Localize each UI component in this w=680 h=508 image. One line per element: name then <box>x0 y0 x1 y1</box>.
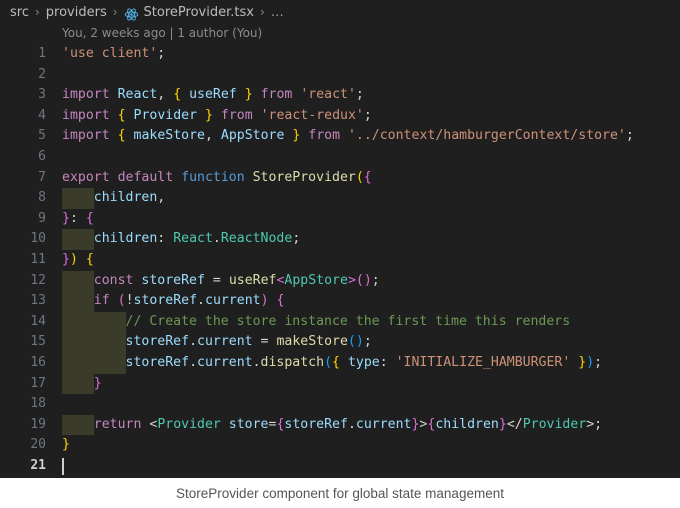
line-number: 15 <box>30 334 46 350</box>
line-source: storeRef.current.dispatch({ type: 'INITI… <box>125 354 603 370</box>
code-editor-panel: src › providers › StoreProvider.tsx › … … <box>0 0 680 478</box>
code-line[interactable]: 13 if (!storeRef.current) { <box>0 291 680 312</box>
code-line[interactable]: 2 <box>0 65 680 86</box>
code-line[interactable]: 8 children, <box>0 188 680 209</box>
line-number: 11 <box>30 251 46 267</box>
line-number: 3 <box>38 87 46 103</box>
line-number: 4 <box>38 107 46 123</box>
code-content[interactable]: 1 'use client'; 2 3 import React, { useR… <box>0 44 680 478</box>
breadcrumb-item-providers[interactable]: providers <box>46 5 107 20</box>
code-line[interactable]: 4 import { Provider } from 'react-redux'… <box>0 106 680 127</box>
screenshot-root: src › providers › StoreProvider.tsx › … … <box>0 0 680 508</box>
line-source: }) { <box>62 251 94 267</box>
figure-caption: StoreProvider component for global state… <box>0 478 680 508</box>
code-line[interactable]: 20 } <box>0 435 680 456</box>
code-line-active[interactable]: 21 <box>0 456 680 477</box>
code-line[interactable]: 18 <box>0 394 680 415</box>
line-source: import { makeStore, AppStore } from '../… <box>62 128 634 144</box>
line-source: children: React.ReactNode; <box>93 231 301 247</box>
breadcrumb-item-file[interactable]: StoreProvider.tsx <box>144 5 254 20</box>
breadcrumb: src › providers › StoreProvider.tsx › … <box>0 0 680 24</box>
code-line[interactable]: 10 children: React.ReactNode; <box>0 229 680 250</box>
line-source: const storeRef = useRef<AppStore>(); <box>93 272 380 288</box>
line-number: 14 <box>30 313 46 329</box>
line-source: }: { <box>62 210 94 226</box>
chevron-right-icon: › <box>34 5 40 19</box>
breadcrumb-item-src[interactable]: src <box>10 5 29 20</box>
line-source: import { Provider } from 'react-redux'; <box>62 107 372 123</box>
line-number: 20 <box>30 437 46 453</box>
breadcrumb-overflow[interactable]: … <box>271 5 285 20</box>
line-source: children, <box>93 190 166 206</box>
code-line[interactable]: 9 }: { <box>0 209 680 230</box>
line-source: export default function StoreProvider({ <box>62 169 372 185</box>
line-number: 12 <box>30 272 46 288</box>
line-source: if (!storeRef.current) { <box>93 293 285 309</box>
git-blame-annotation: You, 2 weeks ago | 1 author (You) <box>62 26 263 40</box>
line-source: // Create the store instance the first t… <box>125 313 571 329</box>
line-source: } <box>62 437 70 453</box>
line-number: 19 <box>30 416 46 432</box>
line-number: 7 <box>38 169 46 185</box>
code-line[interactable]: 17 } <box>0 373 680 395</box>
line-number: 13 <box>30 293 46 309</box>
chevron-right-icon: › <box>112 5 118 19</box>
code-line[interactable]: 1 'use client'; <box>0 44 680 65</box>
code-line[interactable]: 15 storeRef.current = makeStore(); <box>0 332 680 353</box>
line-source: return <Provider store={storeRef.current… <box>93 416 603 432</box>
text-cursor <box>62 457 64 475</box>
code-line[interactable]: 5 import { makeStore, AppStore } from '.… <box>0 126 680 147</box>
line-source: storeRef.current = makeStore(); <box>125 334 372 350</box>
line-number: 8 <box>38 190 46 206</box>
line-number: 21 <box>30 457 46 473</box>
line-number: 17 <box>30 375 46 391</box>
line-source: 'use client'; <box>62 46 166 61</box>
line-number: 2 <box>38 66 46 82</box>
code-line[interactable]: 6 <box>0 147 680 168</box>
code-line[interactable]: 19 return <Provider store={storeRef.curr… <box>0 414 680 436</box>
line-number: 9 <box>38 210 46 226</box>
code-line[interactable]: 16 storeRef.current.dispatch({ type: 'IN… <box>0 352 680 374</box>
code-line[interactable]: 14 // Create the store instance the firs… <box>0 311 680 333</box>
code-line[interactable]: 7 export default function StoreProvider(… <box>0 168 680 189</box>
chevron-right-icon: › <box>259 5 265 19</box>
line-number: 6 <box>38 148 46 164</box>
code-line[interactable]: 3 import React, { useRef } from 'react'; <box>0 85 680 106</box>
line-number: 1 <box>38 46 46 61</box>
line-number: 16 <box>30 354 46 370</box>
line-number: 18 <box>30 396 46 412</box>
line-number: 10 <box>30 231 46 247</box>
line-number: 5 <box>38 128 46 144</box>
code-line[interactable]: 11 }) { <box>0 250 680 271</box>
react-logo-icon <box>124 7 139 22</box>
line-source: } <box>93 375 102 391</box>
line-source: import React, { useRef } from 'react'; <box>62 87 364 103</box>
code-line[interactable]: 12 const storeRef = useRef<AppStore>(); <box>0 270 680 292</box>
